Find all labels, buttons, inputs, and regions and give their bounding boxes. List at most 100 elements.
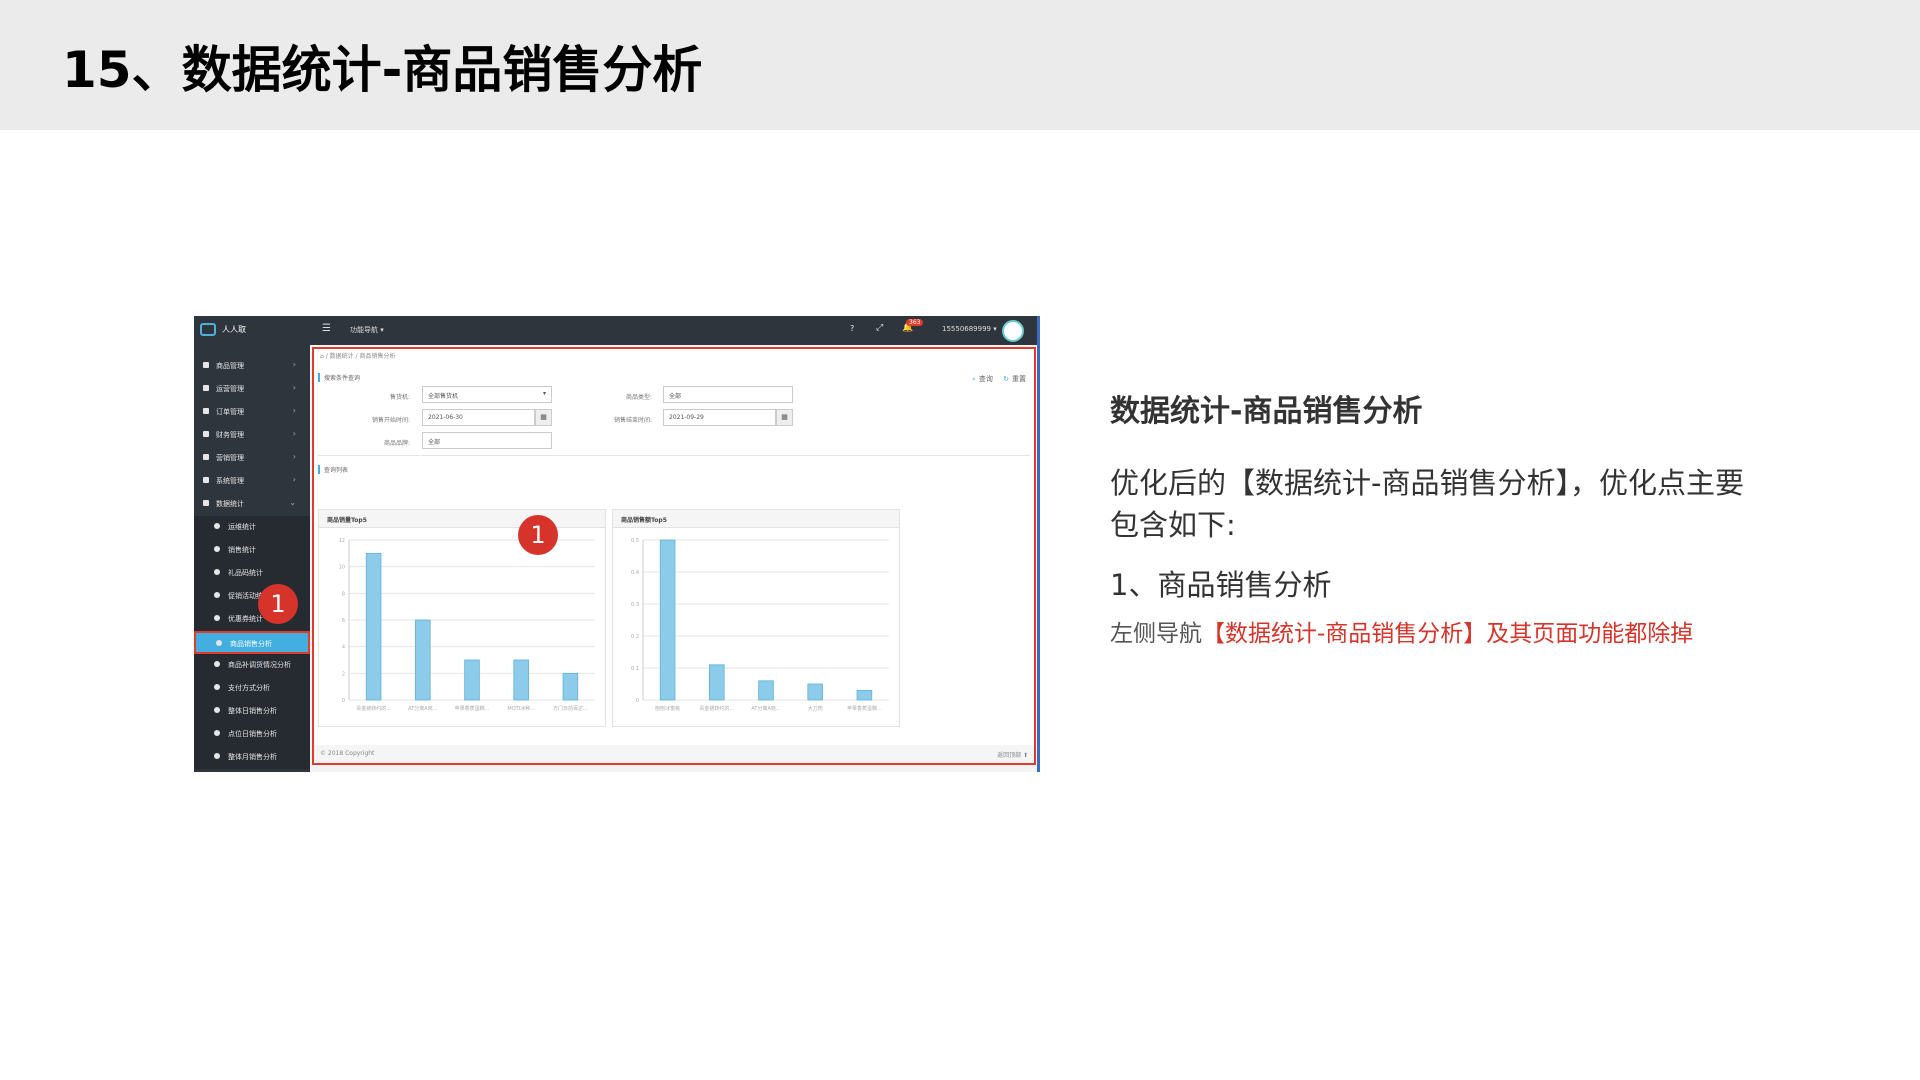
bar bbox=[856, 689, 873, 701]
chevron-right-icon: › bbox=[292, 406, 296, 415]
calendar-icon[interactable]: ▦ bbox=[535, 409, 552, 426]
search-icon: ⌕ bbox=[971, 375, 976, 383]
chevron-down-icon: ⌄ bbox=[289, 498, 296, 507]
slide-title: 15、数据统计-商品销售分析 bbox=[62, 41, 703, 99]
machine-select[interactable]: 全部售货机 ▾ bbox=[422, 386, 552, 403]
sidebar-subitem-sales-stats[interactable]: 销售统计 bbox=[194, 539, 310, 562]
x-tick-label: MOTI冰种... bbox=[507, 705, 535, 712]
bar bbox=[365, 552, 382, 701]
divider bbox=[318, 455, 1030, 456]
bar bbox=[807, 683, 823, 701]
pie-chart-icon bbox=[216, 640, 222, 646]
notes-heading: 数据统计-商品销售分析 bbox=[1110, 394, 1423, 429]
end-date-label: 销售结束时间: bbox=[613, 417, 652, 424]
line-chart-icon bbox=[214, 730, 220, 736]
search-section-title: 搜索条件查询 bbox=[318, 373, 360, 382]
panel-title: 商品销售额Top5 bbox=[613, 510, 899, 528]
sidebar-item-label: 支付方式分析 bbox=[228, 684, 270, 692]
notes-detail-highlight: 【数据统计-商品销售分析】及其页面功能都除掉 bbox=[1202, 621, 1694, 647]
bar bbox=[659, 539, 676, 701]
x-tick-label: 苹果香蕉蛋糕... bbox=[847, 705, 882, 712]
help-icon[interactable]: ? bbox=[850, 324, 854, 333]
back-to-top-link[interactable]: 返回顶部 ⬆ bbox=[997, 750, 1028, 759]
panel-title: 商品销量Top5 bbox=[319, 510, 605, 528]
sidebar-item-statistics[interactable]: 数据统计 ⌄ bbox=[194, 493, 310, 516]
sidebar-subitem-product-sales-analysis[interactable]: 商品销售分析 bbox=[194, 631, 310, 654]
sidebar-subitem-payment-analysis[interactable]: 支付方式分析 bbox=[194, 677, 310, 700]
sidebar-item-finance[interactable]: 财务管理 › bbox=[194, 424, 310, 447]
sidebar-item-marketing[interactable]: 营销管理 › bbox=[194, 447, 310, 470]
fullscreen-icon[interactable]: ⤢ bbox=[876, 323, 883, 333]
product-type-field[interactable]: 全部 bbox=[663, 386, 793, 403]
bar bbox=[513, 659, 529, 701]
x-tick-label: 青金链转约的... bbox=[699, 705, 734, 712]
notes-detail: 左侧导航【数据统计-商品销售分析】及其页面功能都除掉 bbox=[1110, 614, 1693, 648]
menu-toggle-icon[interactable]: ☰ bbox=[322, 323, 331, 334]
page-footer: © 2018 Copyright 返回顶部 ⬆ bbox=[314, 745, 1034, 763]
x-tick-label: 方门日前百达... bbox=[553, 705, 588, 712]
bar-chart-icon bbox=[203, 500, 209, 506]
app-screenshot: 人人取 ☰ 功能导航 ▾ ? ⤢ 🔔 363 15550689999 ▾ 商品管… bbox=[194, 316, 1040, 772]
sidebar-subitem-monthly-sales[interactable]: 整体月销售分析 bbox=[194, 746, 310, 769]
y-tick-label: 0.2 bbox=[631, 634, 639, 640]
sidebar-item-label: 商品销售分析 bbox=[230, 640, 272, 648]
list-section-title: 查询列表 bbox=[318, 465, 348, 474]
avatar[interactable] bbox=[1002, 320, 1024, 342]
bar bbox=[709, 664, 725, 701]
sidebar-item-label: 点位日销售分析 bbox=[228, 730, 277, 738]
annotation-marker-sidebar: 1 bbox=[258, 584, 298, 624]
notification-badge: 363 bbox=[906, 319, 924, 326]
sidebar-item-label: 商品管理 bbox=[216, 362, 244, 370]
y-tick-label: 0.3 bbox=[631, 602, 639, 608]
sidebar-item-label: 整体月销售分析 bbox=[228, 753, 277, 761]
sidebar-item-label: 系统管理 bbox=[216, 477, 244, 485]
sidebar-item-goods[interactable]: 商品管理 › bbox=[194, 355, 310, 378]
x-tick-label: 青金链转约的... bbox=[356, 705, 391, 712]
area-chart-icon bbox=[214, 753, 220, 759]
brand-field[interactable]: 全部 bbox=[422, 432, 552, 449]
bar bbox=[562, 672, 579, 701]
calendar-icon[interactable]: ▦ bbox=[776, 409, 793, 426]
function-nav-menu[interactable]: 功能导航 ▾ bbox=[350, 325, 384, 335]
gift-icon bbox=[214, 569, 220, 575]
end-date-input[interactable]: 2021-09-29 bbox=[663, 409, 776, 426]
sidebar-item-label: 营销管理 bbox=[216, 454, 244, 462]
box-icon bbox=[203, 362, 209, 368]
order-icon bbox=[203, 408, 209, 414]
sidebar-item-orders[interactable]: 订单管理 › bbox=[194, 401, 310, 424]
sidebar-item-label: 财务管理 bbox=[216, 431, 244, 439]
y-tick-label: 8 bbox=[342, 591, 345, 597]
bar-chart-icon bbox=[214, 707, 220, 713]
reset-icon: ↻ bbox=[1003, 375, 1009, 383]
slide-header: 15、数据统计-商品销售分析 bbox=[0, 0, 1920, 130]
sidebar-subitem-daily-sales[interactable]: 整体日销售分析 bbox=[194, 700, 310, 723]
y-tick-label: 6 bbox=[342, 618, 345, 624]
y-tick-label: 0.4 bbox=[631, 570, 639, 576]
start-date-input[interactable]: 2021-06-30 bbox=[422, 409, 535, 426]
reset-button[interactable]: 重置 bbox=[1012, 375, 1026, 383]
sidebar-item-label: 运营管理 bbox=[216, 385, 244, 393]
sales-volume-panel: 商品销量Top5 0 2 4 6 8 10 12 青金链转约的... AT分离A晓... 苹果香蕉… bbox=[318, 509, 606, 727]
yen-icon bbox=[203, 431, 209, 437]
sidebar-subitem-ops-stats[interactable]: 运维统计 bbox=[194, 516, 310, 539]
search-button[interactable]: 查询 bbox=[979, 375, 993, 383]
chevron-right-icon: › bbox=[292, 383, 296, 392]
sidebar-item-operations[interactable]: 运营管理 › bbox=[194, 378, 310, 401]
top-bar: 人人取 ☰ 功能导航 ▾ ? ⤢ 🔔 363 15550689999 ▾ bbox=[194, 316, 1037, 345]
notes-point: 1、商品销售分析 bbox=[1110, 568, 1332, 602]
sidebar-subitem-point-daily-sales[interactable]: 点位日销售分析 bbox=[194, 723, 310, 746]
sidebar-subitem-gift-code-stats[interactable]: 礼品码统计 bbox=[194, 562, 310, 585]
user-menu[interactable]: 15550689999 ▾ bbox=[942, 325, 997, 333]
start-date-label: 销售开始时间: bbox=[371, 417, 410, 424]
sidebar-item-system[interactable]: 系统管理 › bbox=[194, 470, 310, 493]
chevron-right-icon: › bbox=[292, 360, 296, 369]
sidebar-subitem-restock-analysis[interactable]: 商品补调货情况分析 bbox=[194, 654, 310, 677]
chevron-right-icon: › bbox=[292, 429, 296, 438]
sidebar-item-label: 订单管理 bbox=[216, 408, 244, 416]
clock-icon bbox=[214, 523, 220, 529]
sales-amount-chart: 0 0.1 0.2 0.3 0.4 0.5 刨刨冰蜜桃 青金链转约的... AT分离A晓... 大… bbox=[631, 538, 889, 712]
coupon-icon bbox=[214, 615, 220, 621]
cart-icon bbox=[203, 454, 209, 460]
chevron-right-icon: › bbox=[292, 452, 296, 461]
sidebar-item-label: 销售统计 bbox=[228, 546, 256, 554]
